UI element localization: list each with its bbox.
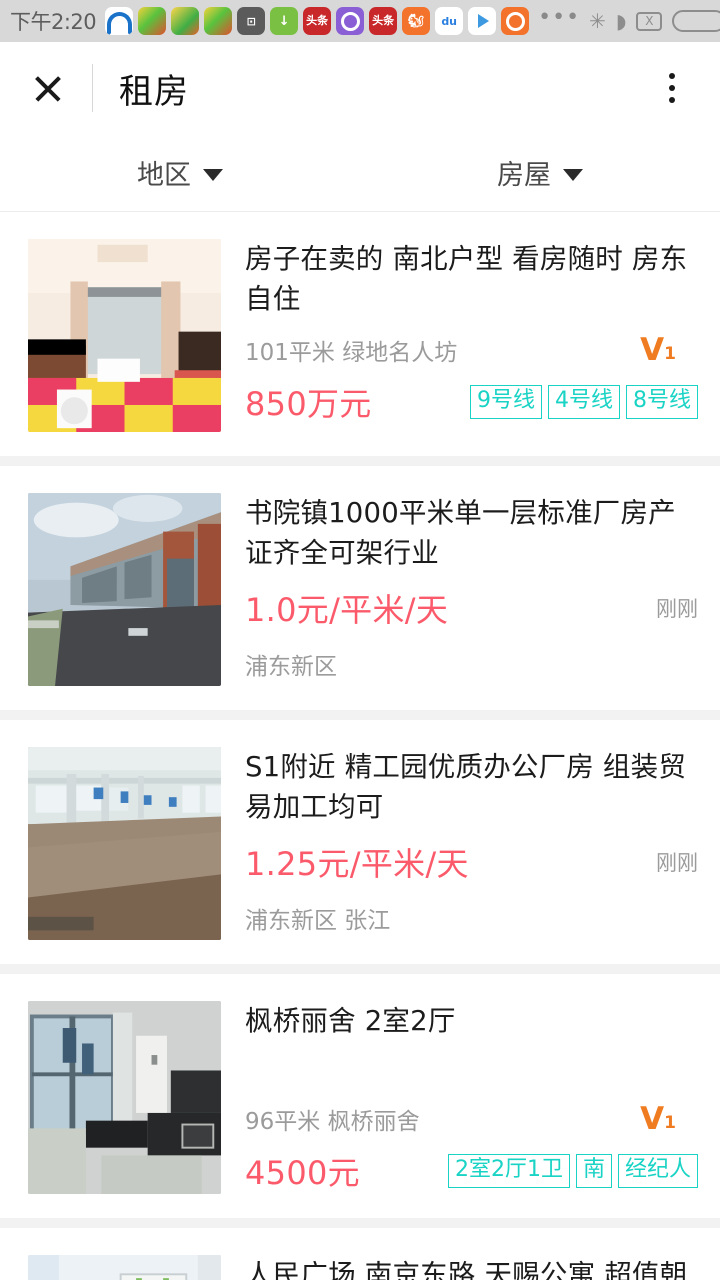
listing-price-row: 4500元 2室2厅1卫 南 经纪人 xyxy=(245,1148,698,1194)
listing-meta-row: 101平米 绿地名人坊 V1 xyxy=(245,333,698,367)
listing-thumbnail[interactable] xyxy=(28,1255,221,1280)
bright-apartment-photo xyxy=(28,1255,221,1280)
filter-house[interactable]: 房屋 xyxy=(360,134,720,211)
listing-price: 1.25元/平米/天 xyxy=(245,845,469,883)
listing-thumbnail[interactable] xyxy=(28,747,221,940)
status-overflow-icon: ••• xyxy=(538,4,581,30)
sim-card-icon: X xyxy=(636,11,663,31)
verified-badge: V1 xyxy=(640,331,676,368)
listing-price: 4500元 xyxy=(245,1154,360,1192)
app-icon-play xyxy=(468,7,497,35)
app-icon-toutiao: 头条 xyxy=(303,7,332,35)
verified-badge: V1 xyxy=(640,1100,676,1137)
listing-thumbnail[interactable] xyxy=(28,239,221,432)
factory-interior-photo xyxy=(28,747,221,940)
listing-location: 浦东新区 xyxy=(245,654,337,680)
listing-meta: 101平米 绿地名人坊 xyxy=(245,340,458,366)
verified-level: 1 xyxy=(664,343,676,364)
listing-body: 书院镇1000平米单一层标准厂房产证齐全可架行业 1.0元/平米/天 刚刚 浦东… xyxy=(245,493,698,686)
app-icon-parrot-2 xyxy=(204,7,233,35)
wifi-icon: ◗ xyxy=(615,9,627,33)
chevron-down-icon xyxy=(203,168,223,181)
app-icon-globe xyxy=(171,7,200,35)
status-bar-time: 下午2:20 xyxy=(10,10,97,34)
apartment-living-room-photo xyxy=(28,1001,221,1194)
listing-body: 房子在卖的 南北户型 看房随时 房东自住 101平米 绿地名人坊 V1 850万… xyxy=(245,239,698,432)
warehouse-exterior-photo xyxy=(28,493,221,686)
verified-v-icon: V xyxy=(640,331,665,368)
listing-body: S1附近 精工园优质办公厂房 组装贸易加工均可 1.25元/平米/天 刚刚 浦东… xyxy=(245,747,698,940)
filter-house-label: 房屋 xyxy=(497,160,551,191)
bluetooth-icon: ✳ xyxy=(589,9,606,33)
listing-title: 人民广场 南京东路 天赐公寓 超值朝南 理想的选择 xyxy=(245,1259,688,1280)
app-bar-divider xyxy=(92,64,93,112)
listing-card[interactable]: 书院镇1000平米单一层标准厂房产证齐全可架行业 1.0元/平米/天 刚刚 浦东… xyxy=(0,466,720,720)
verified-v-icon: V xyxy=(640,1100,665,1137)
filter-region[interactable]: 地区 xyxy=(0,134,360,211)
listing-meta: 96平米 枫桥丽舍 xyxy=(245,1109,420,1135)
listing-tags: 2室2厅1卫 南 经纪人 xyxy=(447,1154,698,1188)
listing-title: S1附近 精工园优质办公厂房 组装贸易加工均可 xyxy=(245,751,687,823)
app-icon-gray-card: ⊡ xyxy=(237,7,266,35)
app-icon-opera-2 xyxy=(501,7,530,35)
listing-tags: 9号线 4号线 8号线 xyxy=(470,385,698,419)
listing-meta-row: 96平米 枫桥丽舍 V1 xyxy=(245,1102,698,1136)
listing-location: 浦东新区 张江 xyxy=(245,908,391,934)
filter-region-label: 地区 xyxy=(137,160,191,191)
app-bar: 租房 xyxy=(0,42,720,134)
app-icon-parrot xyxy=(138,7,167,35)
app-icon-toutiao-2: 头条 xyxy=(369,7,398,35)
listing-tag: 南 xyxy=(575,1154,612,1188)
listing-thumbnail[interactable] xyxy=(28,493,221,686)
chevron-down-icon xyxy=(563,168,583,181)
page-title: 租房 xyxy=(119,71,189,112)
listing-title: 房子在卖的 南北户型 看房随时 房东自住 xyxy=(245,243,688,315)
verified-level: 1 xyxy=(664,1112,676,1133)
listing-time: 刚刚 xyxy=(656,597,698,621)
listing-price: 1.0元/平米/天 xyxy=(245,591,449,629)
living-room-photo xyxy=(28,239,221,432)
listing-spacer xyxy=(245,1041,698,1088)
listing-tag: 经纪人 xyxy=(617,1154,698,1188)
app-icon-arc xyxy=(105,7,134,35)
listing-price: 850万元 xyxy=(245,385,372,423)
app-icon-baidu xyxy=(435,7,464,35)
listing-card[interactable]: 枫桥丽舍 2室2厅 96平米 枫桥丽舍 V1 4500元 2室2厅1卫 南 经纪… xyxy=(0,974,720,1228)
close-icon[interactable] xyxy=(26,66,70,110)
listing-body: 枫桥丽舍 2室2厅 96平米 枫桥丽舍 V1 4500元 2室2厅1卫 南 经纪… xyxy=(245,1001,698,1194)
listing-body: 人民广场 南京东路 天赐公寓 超值朝南 理想的选择 75平米 天赐公寓 V1 xyxy=(245,1255,698,1280)
listing-thumbnail[interactable] xyxy=(28,1001,221,1194)
overflow-menu-icon[interactable] xyxy=(650,66,694,110)
app-icon-squirrel: 🐿 xyxy=(402,7,431,35)
listing-tag: 4号线 xyxy=(548,385,620,419)
listing-card[interactable]: 人民广场 南京东路 天赐公寓 超值朝南 理想的选择 75平米 天赐公寓 V1 xyxy=(0,1228,720,1280)
listing-title: 书院镇1000平米单一层标准厂房产证齐全可架行业 xyxy=(245,497,676,569)
app-icon-opera xyxy=(336,7,365,35)
filter-bar: 地区 房屋 xyxy=(0,134,720,212)
listing-tag: 8号线 xyxy=(626,385,698,419)
listing-time: 刚刚 xyxy=(656,851,698,875)
listing-price-row: 1.25元/平米/天 刚刚 xyxy=(245,839,698,885)
listing-tag: 2室2厅1卫 xyxy=(447,1154,570,1188)
listing-price-row: 1.0元/平米/天 刚刚 xyxy=(245,585,698,631)
listing-list: 房子在卖的 南北户型 看房随时 房东自住 101平米 绿地名人坊 V1 850万… xyxy=(0,212,720,1280)
listing-card[interactable]: S1附近 精工园优质办公厂房 组装贸易加工均可 1.25元/平米/天 刚刚 浦东… xyxy=(0,720,720,974)
listing-tag: 9号线 xyxy=(470,385,542,419)
battery-icon xyxy=(672,10,720,32)
status-bar: 下午2:20 ⊡ ↓ 头条 头条 🐿 ••• ✳ ◗ X xyxy=(0,0,720,42)
listing-price-row: 850万元 9号线 4号线 8号线 xyxy=(245,379,698,425)
listing-card[interactable]: 房子在卖的 南北户型 看房随时 房东自住 101平米 绿地名人坊 V1 850万… xyxy=(0,212,720,466)
listing-title: 枫桥丽舍 2室2厅 xyxy=(245,1005,456,1037)
app-icon-download: ↓ xyxy=(270,7,299,35)
